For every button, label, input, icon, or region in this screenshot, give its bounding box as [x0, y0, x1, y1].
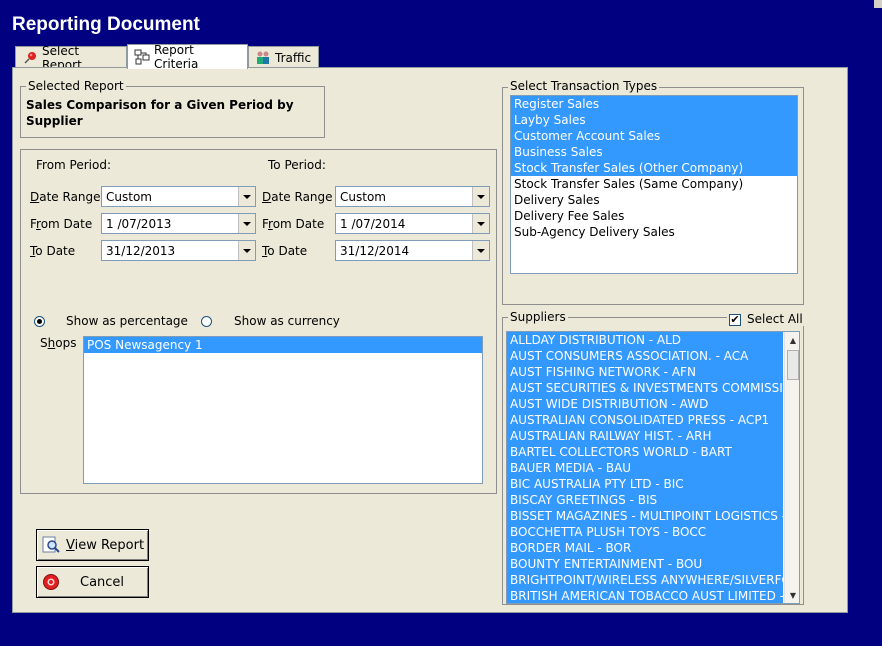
scroll-down-icon[interactable]: ▼ [785, 587, 799, 603]
chevron-down-icon[interactable] [472, 214, 489, 233]
supplier-item[interactable]: BIC AUSTRALIA PTY LTD - BIC [507, 476, 783, 492]
supplier-item[interactable]: AUST SECURITIES & INVESTMENTS COMMISSI [507, 380, 783, 396]
transaction-types-legend: Select Transaction Types [508, 79, 660, 93]
supplier-item[interactable]: AUST FISHING NETWORK - AFN [507, 364, 783, 380]
show-percentage-label[interactable]: Show as percentage [66, 314, 188, 328]
criteria-icon [134, 49, 150, 65]
transaction-type-item[interactable]: Layby Sales [511, 112, 797, 128]
from-date-range-label: Date Range [30, 190, 101, 204]
view-report-label: View Report [66, 537, 145, 553]
supplier-item[interactable]: BRIGHTPOINT/WIRELESS ANYWHERE/SILVERFO [507, 572, 783, 588]
to-to-date-value: 31/12/2014 [340, 243, 410, 258]
transaction-type-item[interactable]: Stock Transfer Sales (Other Company) [511, 160, 797, 176]
from-to-date-value: 31/12/2013 [106, 243, 176, 258]
supplier-item[interactable]: AUSTRALIAN CONSOLIDATED PRESS - ACP1 [507, 412, 783, 428]
radio-selected-dot [37, 319, 42, 324]
transaction-type-item[interactable]: Delivery Fee Sales [511, 208, 797, 224]
select-all-control[interactable]: ✔ Select All [727, 313, 805, 326]
transaction-type-item[interactable]: Sub-Agency Delivery Sales [511, 224, 797, 240]
show-currency-radio[interactable] [201, 316, 212, 327]
supplier-item[interactable]: BOUNTY ENTERTAINMENT - BOU [507, 556, 783, 572]
suppliers-scrollbar[interactable]: ▲ ▼ [784, 332, 799, 603]
transaction-type-item[interactable]: Stock Transfer Sales (Same Company) [511, 176, 797, 192]
to-date-range-select[interactable]: Custom [335, 186, 490, 207]
tab-label: Traffic [275, 50, 312, 65]
to-to-date-picker[interactable]: 31/12/2014 [335, 240, 490, 261]
supplier-item[interactable]: BISSET MAGAZINES - MULTIPOINT LOGISTICS … [507, 508, 783, 524]
supplier-item[interactable]: AUST CONSUMERS ASSOCIATION. - ACA [507, 348, 783, 364]
supplier-item[interactable]: AUST WIDE DISTRIBUTION - AWD [507, 396, 783, 412]
from-from-date-label: From Date [30, 217, 93, 231]
from-from-date-value: 1 /07/2013 [106, 216, 172, 231]
magnifier-report-icon [42, 536, 60, 554]
suppliers-items: ALLDAY DISTRIBUTION - ALD AUST CONSUMERS … [507, 332, 783, 603]
tab-report-criteria[interactable]: Report Criteria [127, 43, 248, 71]
tab-label: Report Criteria [154, 43, 199, 71]
supplier-item[interactable]: BARTEL COLLECTORS WORLD - BART [507, 444, 783, 460]
selected-report-legend: Selected Report [26, 79, 126, 93]
suppliers-legend: Suppliers [508, 310, 568, 324]
cancel-button[interactable]: Cancel [36, 566, 149, 598]
chevron-down-icon[interactable] [238, 187, 255, 206]
tab-traffic[interactable]: Traffic [248, 46, 319, 68]
cancel-label: Cancel [80, 574, 125, 590]
suppliers-listbox[interactable]: ALLDAY DISTRIBUTION - ALD AUST CONSUMERS … [506, 331, 800, 604]
scrollbar-thumb[interactable] [787, 350, 799, 380]
to-date-range-label: Date Range [262, 190, 333, 204]
supplier-item[interactable]: BRITISH AMERICAN TOBACCO AUST LIMITED - [507, 588, 783, 603]
from-to-date-label: To Date [30, 244, 76, 258]
pushpin-icon [22, 50, 38, 66]
to-to-date-label: To Date [262, 244, 308, 258]
shops-listbox[interactable]: POS Newsagency 1 [83, 336, 483, 484]
supplier-item[interactable]: ALLDAY DISTRIBUTION - ALD [507, 332, 783, 348]
from-date-range-select[interactable]: Custom [101, 186, 256, 207]
supplier-item[interactable]: BORDER MAIL - BOR [507, 540, 783, 556]
supplier-item[interactable]: BOCCHETTA PLUSH TOYS - BOCC [507, 524, 783, 540]
show-percentage-radio[interactable] [34, 316, 45, 327]
show-currency-label[interactable]: Show as currency [234, 314, 340, 328]
transaction-type-item[interactable]: Customer Account Sales [511, 128, 797, 144]
select-all-checkbox[interactable]: ✔ [729, 313, 741, 326]
tab-select-report[interactable]: Select Report [15, 44, 127, 72]
to-from-date-value: 1 /07/2014 [340, 216, 406, 231]
stop-icon [42, 573, 60, 591]
shops-label: Shops [40, 336, 77, 350]
from-date-range-value: Custom [106, 189, 152, 204]
transaction-types-listbox[interactable]: Register Sales Layby Sales Customer Accoun… [510, 95, 798, 274]
from-from-date-picker[interactable]: 1 /07/2013 [101, 213, 256, 234]
to-from-date-label: From Date [262, 217, 325, 231]
people-icon [255, 50, 271, 66]
window-title: Reporting Document [12, 14, 200, 35]
from-to-date-picker[interactable]: 31/12/2013 [101, 240, 256, 261]
list-item[interactable]: POS Newsagency 1 [84, 337, 482, 353]
supplier-item[interactable]: BISCAY GREETINGS - BIS [507, 492, 783, 508]
select-all-label: Select All [747, 312, 803, 326]
to-date-range-value: Custom [340, 189, 386, 204]
from-period-heading: From Period: [36, 158, 112, 172]
scroll-up-icon[interactable]: ▲ [785, 332, 799, 348]
chevron-down-icon[interactable] [238, 241, 255, 260]
transaction-type-item[interactable]: Register Sales [511, 96, 797, 112]
transaction-type-item[interactable]: Business Sales [511, 144, 797, 160]
transaction-type-item[interactable]: Delivery Sales [511, 192, 797, 208]
chevron-down-icon[interactable] [472, 241, 489, 260]
window-edge [874, 0, 882, 8]
view-report-button[interactable]: View Report [36, 529, 149, 561]
chevron-down-icon[interactable] [472, 187, 489, 206]
supplier-item[interactable]: AUSTRALIAN RAILWAY HIST. - ARH [507, 428, 783, 444]
to-from-date-picker[interactable]: 1 /07/2014 [335, 213, 490, 234]
to-period-heading: To Period: [268, 158, 326, 172]
supplier-item[interactable]: BAUER MEDIA - BAU [507, 460, 783, 476]
selected-report-name: Sales Comparison for a Given Period by S… [26, 98, 294, 128]
chevron-down-icon[interactable] [238, 214, 255, 233]
report-criteria-panel: Selected Report Sales Comparison for a G… [12, 67, 848, 613]
